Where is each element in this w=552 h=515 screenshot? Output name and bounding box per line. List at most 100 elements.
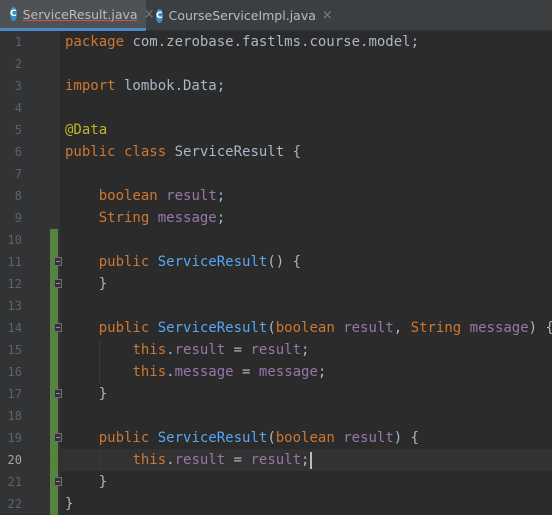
tab-label: CourseServiceImpl.java [168, 8, 316, 23]
close-icon[interactable]: × [322, 8, 333, 23]
code-token: message [258, 364, 318, 380]
code-line[interactable]: 12 } [0, 273, 552, 295]
code-text: public class ServiceResult { [65, 141, 301, 163]
line-number: 9 [14, 211, 22, 225]
code-line[interactable]: 13 [0, 295, 552, 317]
line-number: 21 [7, 475, 22, 489]
code-token: ServiceResult [157, 430, 268, 446]
code-text: } [65, 471, 107, 493]
line-number: 5 [14, 123, 22, 137]
code-line[interactable]: 4 [0, 97, 552, 119]
code-text: } [65, 383, 107, 405]
code-token: ; [301, 342, 310, 358]
line-number: 20 [7, 453, 22, 467]
code-token: @Data [65, 122, 108, 138]
code-token: . [166, 452, 175, 468]
line-number: 6 [14, 145, 22, 159]
line-number: 17 [7, 387, 22, 401]
code-line[interactable]: 7 [0, 163, 552, 185]
code-token: ServiceResult [157, 254, 268, 270]
code-token: . [166, 342, 175, 358]
code-token: lombok.Data; [115, 78, 226, 94]
fold-toggle-icon[interactable] [54, 257, 62, 266]
line-number: 16 [7, 365, 22, 379]
indent-guide [98, 449, 100, 471]
code-token: message [469, 320, 529, 336]
vcs-change-marker[interactable] [50, 405, 58, 427]
tab-label: ServiceResult.java [22, 6, 138, 22]
text-caret [310, 451, 313, 469]
vcs-change-marker[interactable] [50, 339, 58, 361]
code-token: , [393, 320, 411, 336]
code-line[interactable]: 11 public ServiceResult() { [0, 251, 552, 273]
code-line[interactable]: 15 this.result = result; [0, 339, 552, 361]
line-number: 13 [7, 299, 22, 313]
vcs-change-marker[interactable] [50, 449, 58, 471]
code-line[interactable]: 17 } [0, 383, 552, 405]
code-line[interactable]: 20 this.result = result; [0, 449, 552, 471]
line-number: 3 [14, 79, 22, 93]
line-number: 2 [14, 57, 22, 71]
code-text: public ServiceResult(boolean result) { [65, 427, 419, 449]
code-line[interactable]: 22} [0, 493, 552, 515]
code-token: } [65, 496, 74, 512]
code-line[interactable]: 2 [0, 53, 552, 75]
code-line[interactable]: 18 [0, 405, 552, 427]
code-line[interactable]: 9 String message; [0, 207, 552, 229]
code-text: } [65, 493, 73, 515]
fold-toggle-icon[interactable] [54, 433, 62, 442]
vcs-change-marker[interactable] [50, 493, 58, 515]
fold-toggle-icon[interactable] [54, 279, 62, 288]
code-line[interactable]: 3 import lombok.Data; [0, 75, 552, 97]
code-line[interactable]: 21 } [0, 471, 552, 493]
code-token: ServiceResult { [166, 144, 302, 160]
code-line[interactable]: 6 public class ServiceResult { [0, 141, 552, 163]
code-line[interactable]: 8 boolean result; [0, 185, 552, 207]
fold-toggle-icon[interactable] [54, 389, 62, 398]
code-token: import [65, 78, 116, 94]
code-line[interactable]: 19 public ServiceResult(boolean result) … [0, 427, 552, 449]
code-line[interactable]: 14 public ServiceResult(boolean result, … [0, 317, 552, 339]
code-token: ) { [393, 430, 420, 446]
code-token: this [132, 364, 167, 380]
vcs-change-marker[interactable] [50, 361, 58, 383]
code-token: result [250, 342, 302, 358]
tab-service-result[interactable]: C ServiceResult.java × [0, 0, 155, 31]
code-line[interactable]: 10 [0, 229, 552, 251]
code-editor[interactable]: 1 package com.zerobase.fastlms.course.mod… [0, 31, 552, 515]
code-text: String message; [65, 207, 225, 229]
java-class-icon: C [156, 8, 163, 23]
line-number: 15 [7, 343, 22, 357]
line-number: 12 [7, 277, 22, 291]
code-line[interactable]: 16 this.message = message; [0, 361, 552, 383]
code-token: ( [267, 320, 276, 336]
line-number: 14 [7, 321, 22, 335]
code-token: package [65, 34, 125, 50]
code-token: public [98, 430, 150, 446]
vcs-change-marker[interactable] [50, 295, 58, 317]
code-text: @Data [65, 119, 107, 141]
code-token: result [174, 452, 226, 468]
code-token: public [98, 320, 150, 336]
code-token: = [225, 452, 251, 468]
code-token: ServiceResult [157, 320, 268, 336]
code-token: ( [267, 430, 276, 446]
tab-course-service-impl[interactable]: C CourseServiceImpl.java × [146, 0, 333, 31]
fold-toggle-icon[interactable] [54, 477, 62, 486]
code-token: this [132, 342, 167, 358]
code-token: . [166, 364, 175, 380]
code-line[interactable]: 1 package com.zerobase.fastlms.course.mod… [0, 31, 552, 53]
vcs-change-marker[interactable] [50, 229, 58, 251]
code-token: boolean [275, 320, 335, 336]
code-line[interactable]: 5 @Data [0, 119, 552, 141]
fold-toggle-icon[interactable] [54, 323, 62, 332]
code-token: public [98, 254, 150, 270]
